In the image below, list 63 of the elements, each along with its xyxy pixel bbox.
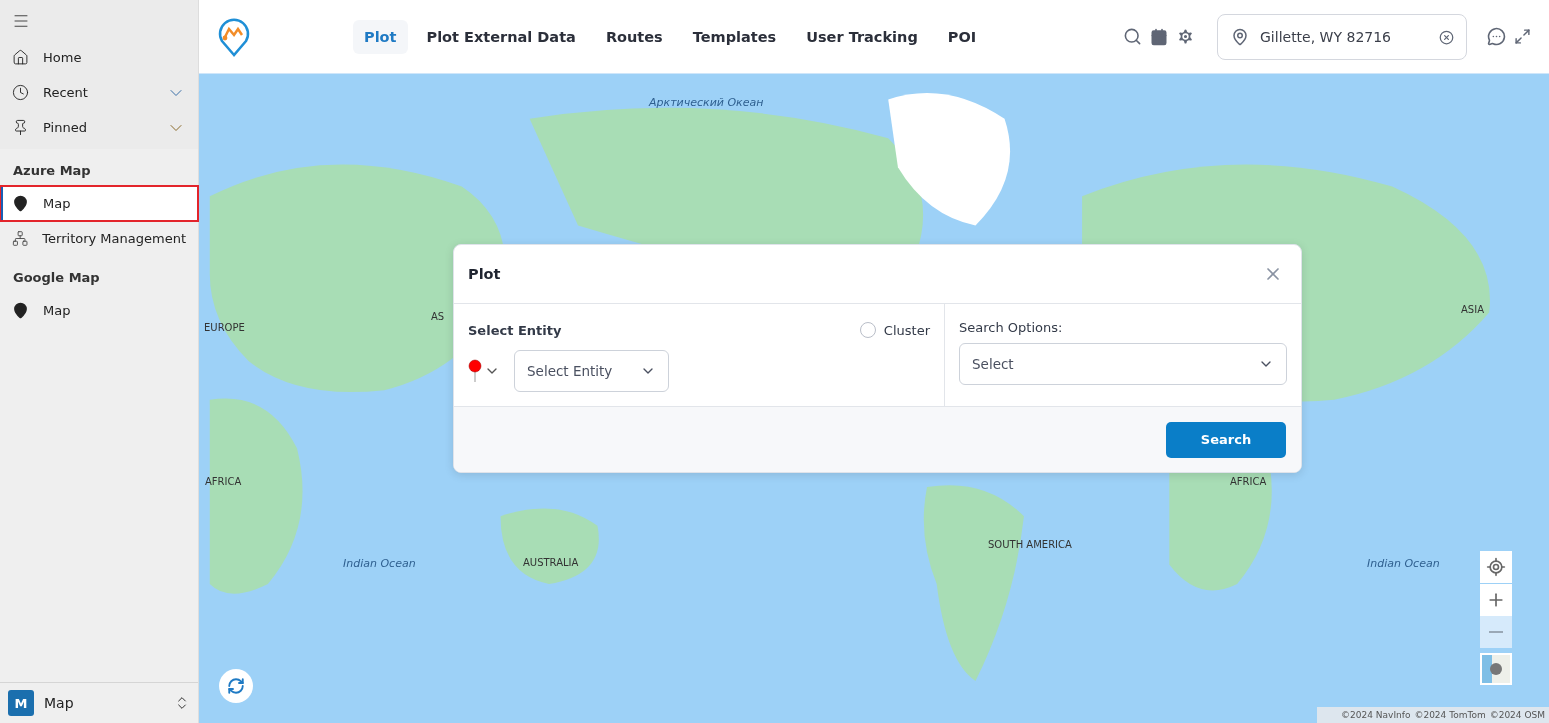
chat-icon — [1487, 27, 1506, 46]
map-style-button[interactable] — [1480, 653, 1512, 685]
pin-icon — [12, 119, 29, 136]
nav-tab[interactable]: POI — [936, 19, 988, 54]
field-label: Select Entity — [468, 322, 563, 338]
home-icon — [12, 49, 29, 66]
hierarchy-icon — [12, 230, 29, 247]
refresh-icon — [227, 677, 245, 695]
ocean-label: Indian Ocean — [343, 557, 416, 570]
nav-tab[interactable]: Routes — [594, 19, 674, 54]
expand-icon — [1514, 28, 1531, 45]
section-title: Azure Map — [12, 162, 92, 180]
zoom-in-button[interactable] — [1480, 584, 1512, 616]
nav-tab[interactable]: Plot External Data — [415, 19, 587, 54]
location-pin-icon — [1231, 27, 1249, 46]
cluster-radio[interactable] — [859, 322, 876, 338]
nav-item[interactable]: Home — [0, 40, 198, 75]
region-label: AS — [431, 311, 445, 322]
radio-label: Cluster — [883, 322, 930, 338]
map-pin-icon — [468, 359, 482, 383]
region-label: AFRICA — [1230, 476, 1267, 487]
ocean-label: Indian Ocean — [1367, 557, 1440, 570]
region-label: AFRICA — [205, 476, 242, 487]
attribution-text: ©2024 OSM — [1489, 710, 1545, 720]
refresh-button[interactable] — [219, 669, 253, 703]
app-name: Map — [44, 695, 75, 711]
search-button[interactable]: Search — [1166, 421, 1286, 458]
nav-item[interactable]: Map — [0, 186, 198, 221]
clock-icon — [12, 84, 29, 101]
search-icon — [1123, 27, 1142, 46]
nav-item[interactable]: Territory Management — [0, 221, 198, 256]
locate-button[interactable] — [1480, 551, 1512, 583]
dot-icon — [1490, 663, 1502, 675]
attribution-text: ©2024 TomTom — [1414, 710, 1486, 720]
section-title: Google Map — [12, 269, 101, 287]
attribution-text: ©2024 NavInfo — [1341, 710, 1411, 720]
entity-select[interactable]: Select Entity — [514, 350, 669, 392]
locate-icon — [1486, 557, 1506, 577]
region-label: ASIA — [1461, 304, 1484, 315]
search-options-select[interactable]: Select — [959, 343, 1287, 385]
minus-icon — [1489, 631, 1503, 633]
field-label: Search Options: — [959, 320, 1064, 335]
ocean-label: Арктический Океан — [649, 96, 764, 109]
nav-tab[interactable]: Templates — [681, 19, 788, 54]
region-label: EUROPE — [204, 322, 245, 333]
location-field[interactable]: Gillette, WY 82716 — [1217, 13, 1467, 60]
app-switcher[interactable]: M Map — [0, 682, 198, 723]
dialog-title: Plot — [468, 266, 502, 282]
logo-icon — [217, 16, 251, 57]
nav-tab[interactable]: User Tracking — [795, 19, 929, 54]
nav-tab[interactable]: Plot — [353, 19, 408, 54]
gear-icon — [1176, 27, 1195, 46]
map-pin-icon — [12, 195, 29, 212]
clear-icon[interactable] — [1439, 29, 1454, 45]
app-badge: M — [8, 690, 34, 716]
nav-item[interactable]: Map — [0, 293, 198, 328]
map-pin-icon — [12, 302, 29, 319]
nav-item[interactable]: Recent — [0, 75, 198, 110]
region-label: SOUTH AMERICA — [988, 539, 1072, 550]
menu-icon — [12, 12, 30, 30]
region-label: AUSTRALIA — [523, 557, 579, 568]
calendar-icon — [1150, 27, 1168, 46]
nav-item[interactable]: Pinned — [0, 110, 198, 145]
